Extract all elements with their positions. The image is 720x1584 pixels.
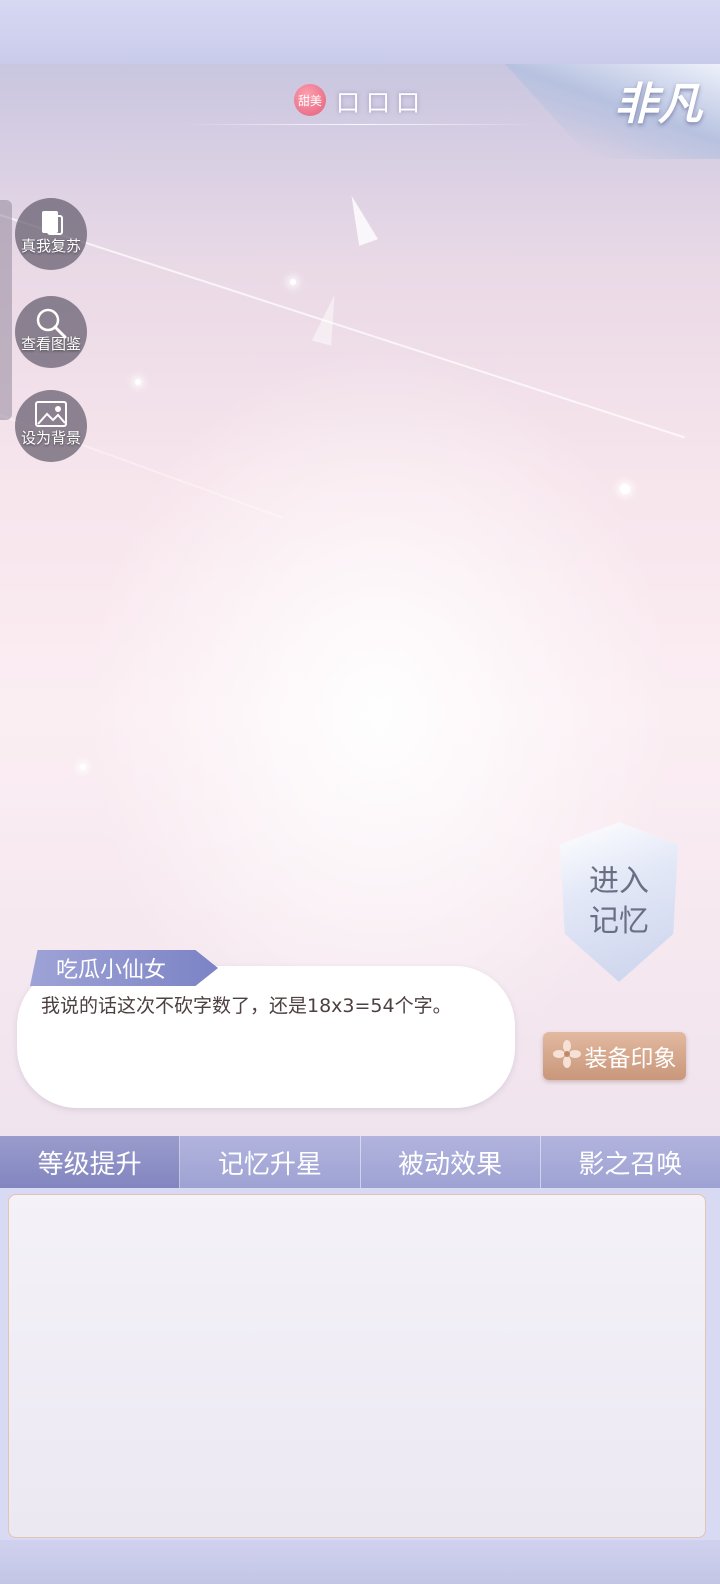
speaker-name: 吃瓜小仙女: [56, 958, 167, 983]
tab-memory-star[interactable]: 记忆升星: [180, 1136, 361, 1188]
sparkle: [290, 279, 296, 285]
speaker-tag: 吃瓜小仙女: [30, 950, 218, 986]
card-swap-icon: [36, 208, 66, 242]
character-name: 口口口: [336, 88, 426, 117]
title-divider: [180, 124, 540, 125]
side-panel-handle[interactable]: [0, 200, 12, 420]
tab-shadow-summon[interactable]: 影之召唤: [541, 1136, 720, 1188]
sparkle: [135, 379, 141, 385]
picture-icon: [34, 400, 68, 434]
enter-memory-line2: 记忆: [589, 904, 649, 939]
bottom-decoration-band: [0, 1540, 720, 1584]
tab-passive-effect[interactable]: 被动效果: [361, 1136, 541, 1188]
sparkle: [620, 484, 630, 494]
rarity-label: 非凡: [614, 79, 702, 130]
dialogue-text: 我说的话这次不砍字数了，还是18x3=54个字。: [41, 995, 452, 1017]
top-decoration-band: [0, 0, 720, 64]
view-codex-button[interactable]: 查看图鉴: [15, 296, 87, 368]
crystal-shard: [311, 292, 345, 346]
tab-level-up[interactable]: 等级提升: [0, 1136, 181, 1188]
mood-badge: 甜美: [294, 84, 326, 116]
content-panel: [8, 1194, 706, 1538]
dialogue-bubble: 我说的话这次不砍字数了，还是18x3=54个字。: [17, 966, 515, 1108]
magnifier-icon: [34, 306, 68, 344]
flower-icon: [552, 1040, 581, 1072]
sparkle: [80, 764, 86, 770]
tab-bar: 等级提升 记忆升星 被动效果 影之召唤: [0, 1136, 720, 1188]
crystal-shard: [342, 192, 378, 246]
set-background-button[interactable]: 设为背景: [15, 390, 87, 462]
equip-impression-button[interactable]: 装备印象: [543, 1032, 686, 1080]
equip-impression-label: 装备印象: [584, 1046, 677, 1072]
light-ray: [0, 214, 686, 439]
true-self-revive-button[interactable]: 真我复苏: [15, 198, 87, 270]
enter-memory-line1: 进入: [589, 864, 649, 899]
